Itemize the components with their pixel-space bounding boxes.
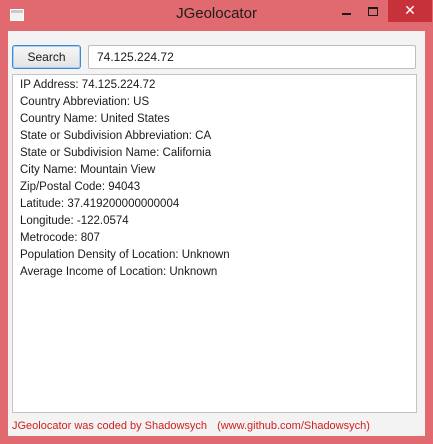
close-button[interactable]: ✕ [388, 0, 432, 22]
result-line: State or Subdivision Abbreviation: CA [20, 130, 212, 142]
result-line: Metrocode: 807 [20, 232, 100, 244]
result-line: Country Name: United States [20, 113, 170, 125]
window-app-icon [10, 9, 24, 21]
result-line: Latitude: 37.419200000000004 [20, 198, 180, 210]
result-line: City Name: Mountain View [20, 164, 156, 176]
search-button[interactable]: Search [12, 45, 81, 69]
footer-credit: JGeolocator was coded by Shadowsych (www.… [12, 420, 422, 432]
footer-credit-text: JGeolocator was coded by Shadowsych [12, 420, 208, 432]
footer-github-link[interactable]: (www.github.com/Shadowsych) [217, 420, 370, 432]
result-line: Population Density of Location: Unknown [20, 249, 230, 261]
title-bar[interactable]: JGeolocator ✕ [0, 0, 433, 31]
result-line: Average Income of Location: Unknown [20, 266, 218, 278]
client-area: Search IP Address: 74.125.224.72 Country… [8, 31, 425, 436]
ip-address-input[interactable] [88, 45, 416, 69]
maximize-icon [368, 6, 378, 16]
results-text-area[interactable]: IP Address: 74.125.224.72 Country Abbrev… [12, 74, 417, 413]
maximize-button[interactable] [360, 0, 386, 22]
app-window: JGeolocator ✕ Search IP Address: 74.125.… [0, 0, 433, 444]
minimize-button[interactable] [333, 0, 360, 22]
close-icon: ✕ [404, 3, 416, 19]
result-line: IP Address: 74.125.224.72 [20, 79, 156, 91]
result-line: Longitude: -122.0574 [20, 215, 129, 227]
result-line: Country Abbreviation: US [20, 96, 150, 108]
minimize-icon [342, 13, 351, 15]
result-line: Zip/Postal Code: 94043 [20, 181, 141, 193]
result-line: State or Subdivision Name: California [20, 147, 212, 159]
